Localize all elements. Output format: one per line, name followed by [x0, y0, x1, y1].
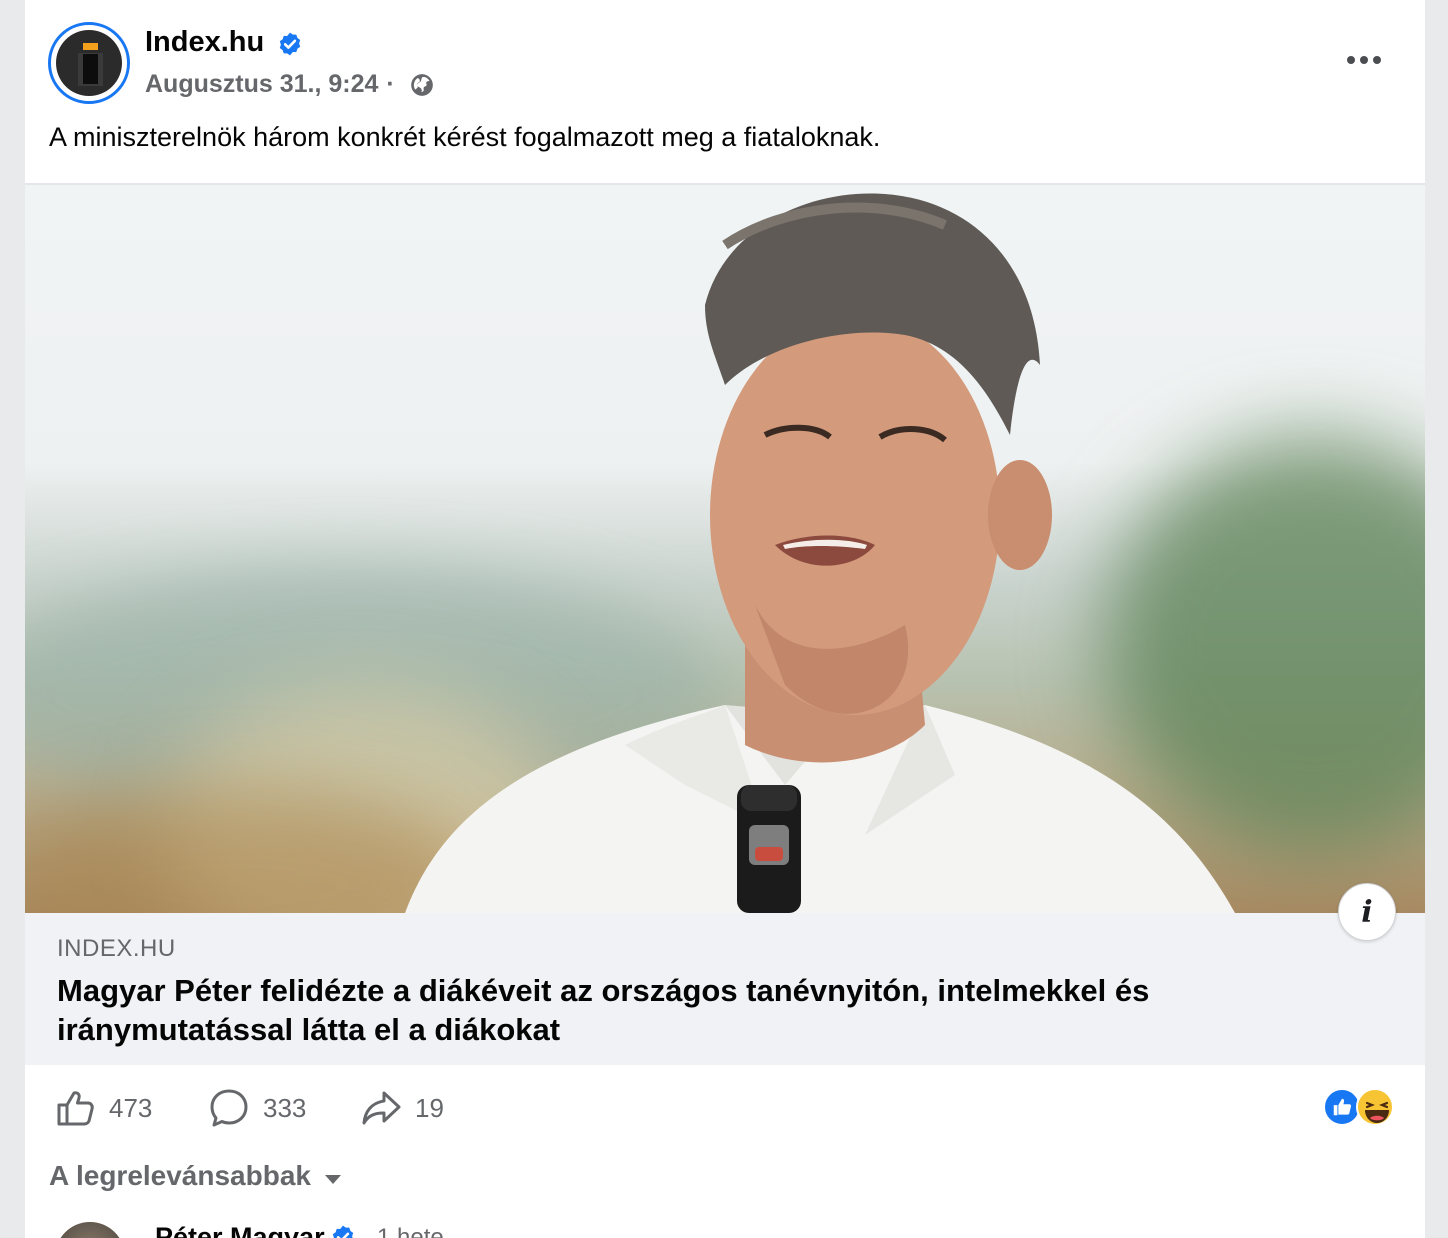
more-options-icon — [1347, 56, 1355, 64]
info-button[interactable]: i — [1338, 883, 1396, 941]
page-name[interactable]: Index.hu — [145, 26, 264, 59]
index-logo-icon — [56, 30, 122, 96]
post-timestamp[interactable]: Augusztus 31., 9:24 — [145, 70, 378, 99]
link-domain: INDEX.HU — [57, 935, 176, 962]
post-text: A miniszterelnök három konkrét kérést fo… — [49, 122, 881, 152]
globe-icon — [410, 73, 433, 96]
reaction-summary[interactable] — [1323, 1086, 1399, 1126]
meta-separator: · — [386, 70, 395, 98]
like-count: 473 — [109, 1092, 153, 1123]
post-photo[interactable] — [25, 185, 1425, 913]
comment-button[interactable]: 333 — [209, 1086, 306, 1130]
portrait-illustration — [405, 193, 1235, 913]
comment-author[interactable]: Péter Magyar — [155, 1222, 325, 1238]
comment-sort-label: A legrelevánsabbak — [49, 1160, 311, 1191]
comment-count: 333 — [263, 1092, 307, 1123]
comment-avatar[interactable] — [55, 1222, 125, 1238]
comment-icon — [210, 1089, 248, 1127]
like-button[interactable]: 473 — [55, 1086, 152, 1130]
verified-badge-icon — [279, 32, 301, 56]
more-options-button[interactable] — [1343, 48, 1385, 72]
info-icon: i — [1361, 894, 1373, 930]
link-title[interactable]: Magyar Péter felidézte a diákéveit az or… — [57, 971, 1307, 1049]
haha-reaction-icon — [1356, 1088, 1394, 1126]
caret-down-icon — [324, 1174, 341, 1184]
page-avatar[interactable] — [48, 22, 130, 104]
verified-badge-icon — [332, 1225, 354, 1238]
share-icon — [362, 1091, 401, 1125]
share-count: 19 — [415, 1092, 444, 1123]
share-button[interactable]: 19 — [361, 1086, 444, 1130]
post-card: Index.hu Augusztus 31., 9:24 · A miniszt… — [25, 0, 1425, 1238]
comment-sort-dropdown[interactable]: A legrelevánsabbak — [49, 1160, 341, 1192]
thumbs-up-icon — [57, 1091, 94, 1126]
post-meta: Augusztus 31., 9:24 · — [145, 70, 435, 99]
comment-timestamp[interactable]: 1 hete — [377, 1224, 444, 1238]
link-preview[interactable]: INDEX.HU Magyar Péter felidézte a diákév… — [25, 913, 1425, 1065]
